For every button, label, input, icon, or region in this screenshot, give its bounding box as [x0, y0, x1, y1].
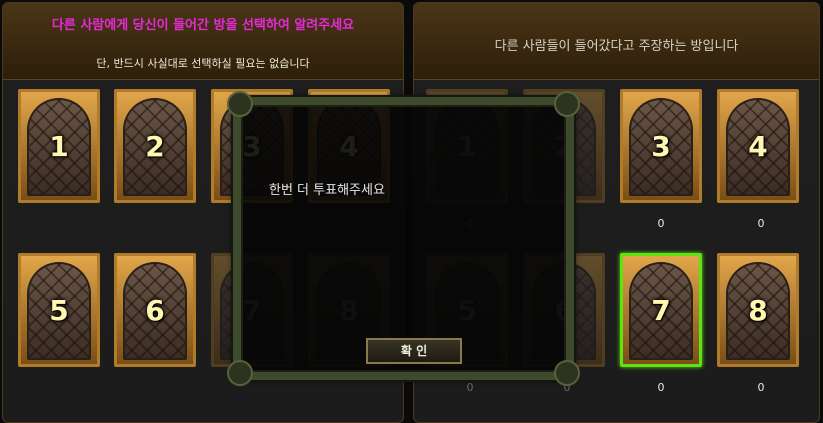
vote-count-7: 0 — [657, 381, 665, 394]
left-door-2[interactable]: 2 — [114, 89, 196, 203]
door-number: 7 — [651, 294, 671, 327]
modal-message: 한번 더 투표해주세요 — [269, 183, 385, 198]
left-panel-header: 다른 사람에게 당신이 들어간 방을 선택하여 알려주세요 단, 반드시 사실대… — [3, 3, 403, 80]
left-panel-subtitle: 단, 반드시 사실대로 선택하실 필요는 없습니다 — [96, 57, 310, 70]
vote-count-4: 0 — [757, 217, 765, 230]
right-panel-header: 다른 사람들이 들어갔다고 주장하는 방입니다 — [414, 3, 819, 80]
frame-ornament-icon — [227, 91, 253, 117]
right-panel-title: 다른 사람들이 들어갔다고 주장하는 방입니다 — [494, 39, 739, 54]
left-door-5[interactable]: 5 — [18, 253, 100, 367]
right-door-3: 3 — [620, 89, 702, 203]
frame-ornament-icon — [554, 360, 580, 386]
vote-count-8: 0 — [757, 381, 765, 394]
left-door-1[interactable]: 1 — [18, 89, 100, 203]
revote-modal: 한번 더 투표해주세요 확 인 — [227, 91, 580, 386]
door-number: 4 — [748, 130, 768, 163]
door-number: 2 — [145, 130, 165, 163]
left-panel-title: 다른 사람에게 당신이 들어간 방을 선택하여 알려주세요 — [51, 18, 355, 33]
vote-count-5: 0 — [466, 381, 474, 394]
frame-ornament-icon — [554, 91, 580, 117]
vote-count-3: 0 — [657, 217, 665, 230]
right-door-7-selected: 7 — [620, 253, 702, 367]
door-number: 1 — [49, 130, 69, 163]
confirm-button[interactable]: 확 인 — [366, 338, 462, 364]
right-door-4: 4 — [717, 89, 799, 203]
door-number: 8 — [748, 294, 768, 327]
frame-ornament-icon — [227, 360, 253, 386]
door-number: 5 — [49, 294, 69, 327]
door-number: 6 — [145, 294, 165, 327]
right-door-8: 8 — [717, 253, 799, 367]
door-number: 3 — [651, 130, 671, 163]
left-door-6[interactable]: 6 — [114, 253, 196, 367]
